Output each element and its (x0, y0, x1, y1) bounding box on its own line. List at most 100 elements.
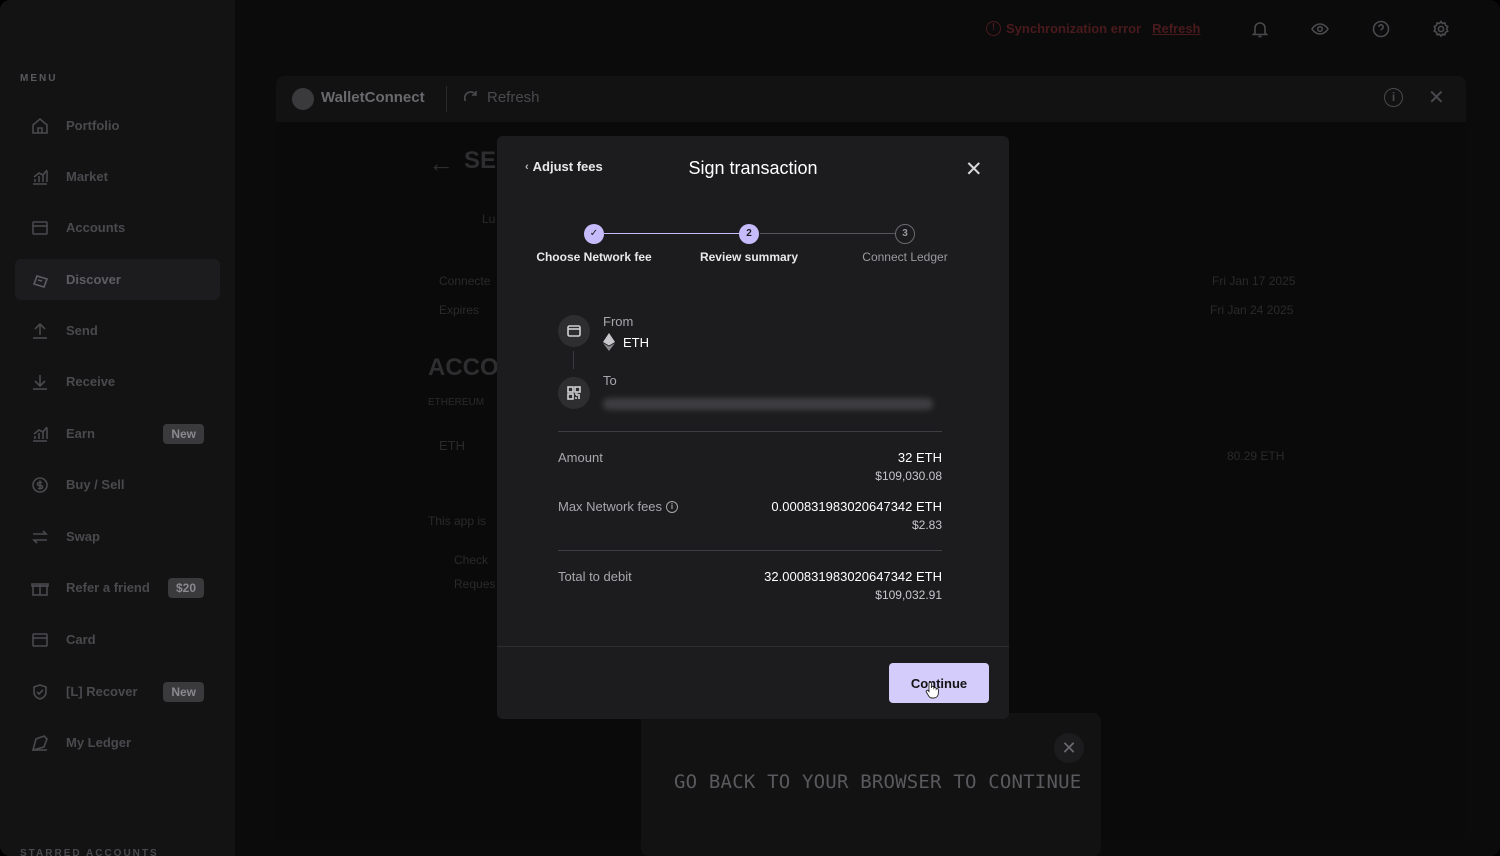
sidebar-item-label: Send (66, 323, 98, 338)
swap-icon (31, 528, 49, 546)
continue-button[interactable]: Continue (889, 663, 989, 703)
connected-date: Fri Jan 17 2025 (1212, 274, 1296, 288)
live-app-refresh-button[interactable]: Refresh (462, 89, 540, 106)
fees-label: Max Network fees (558, 499, 663, 514)
total-fiat: $109,032.91 (875, 588, 942, 602)
sidebar-item-receive[interactable]: Receive (15, 361, 220, 402)
divider (558, 550, 942, 551)
account-balance: 80.29 ETH (1227, 449, 1285, 463)
ethereum-icon (603, 333, 615, 351)
amount-label: Amount (558, 450, 603, 465)
stepper-line-todo (760, 233, 896, 234)
permission-request: Reques (454, 577, 496, 591)
step-label-choose-network-fee: Choose Network fee (536, 250, 652, 264)
gift-icon (31, 579, 49, 597)
sidebar-item-label: [L] Recover (66, 684, 138, 699)
ledger-icon (31, 734, 49, 752)
toast-message: GO BACK TO YOUR BROWSER TO CONTINUE (674, 771, 1082, 793)
back-arrow-icon[interactable]: ← (428, 148, 454, 179)
live-app-header: WalletConnect Refresh i ✕ (276, 76, 1466, 122)
sidebar-item-label: Portfolio (66, 118, 120, 133)
sidebar-item-recover[interactable]: [L] Recover New (15, 671, 220, 712)
toast-close-button[interactable]: ✕ (1054, 733, 1084, 763)
sidebar-item-portfolio[interactable]: Portfolio (15, 105, 220, 146)
menu-heading: MENU (20, 73, 58, 84)
from-value: ETH (623, 334, 649, 350)
info-icon[interactable]: i (1384, 88, 1403, 107)
wallet-icon (31, 219, 49, 237)
stepper-line-done (604, 233, 740, 234)
amount-value: 32 ETH (897, 450, 942, 465)
sidebar-item-label: Market (66, 169, 108, 184)
step-label-connect-ledger: Connect Ledger (862, 250, 948, 264)
network-label: ETHEREUM (428, 397, 485, 408)
total-value: 32.000831983020647342 ETH (764, 569, 942, 584)
dapp-name: Lu (482, 212, 496, 226)
account-name: ETH (439, 438, 465, 453)
header-divider (446, 86, 447, 112)
sidebar-item-card[interactable]: Card (15, 619, 220, 660)
sidebar-item-label: My Ledger (66, 735, 132, 750)
sidebar-item-label: Receive (66, 374, 116, 389)
sidebar-item-earn[interactable]: Earn New (15, 413, 220, 454)
earn-icon (31, 425, 49, 443)
sidebar-item-label: Refer a friend (66, 580, 150, 595)
sign-transaction-modal: ‹ Adjust fees Sign transaction ✕ ✓ 2 3 C… (497, 136, 1009, 719)
sidebar-item-market[interactable]: Market (15, 156, 220, 197)
live-app-title: WalletConnect (321, 89, 425, 106)
info-icon[interactable]: i (666, 500, 679, 513)
sidebar-item-refer-a-friend[interactable]: Refer a friend $20 (15, 567, 220, 608)
sidebar-item-discover[interactable]: Discover (15, 259, 220, 300)
sidebar: MENU Portfolio Market Accounts Discover … (0, 0, 235, 856)
sync-error-text: Synchronization error (1006, 21, 1142, 36)
modal-footer-divider (497, 646, 1009, 647)
qr-code-icon (558, 377, 590, 409)
refresh-icon (463, 91, 477, 102)
step-3-marker: 3 (895, 224, 915, 244)
eye-icon[interactable] (1310, 19, 1330, 39)
modal-close-icon[interactable]: ✕ (965, 158, 983, 182)
gear-icon[interactable] (1431, 19, 1451, 39)
bell-icon[interactable] (1250, 19, 1270, 39)
fees-value: 0.000831983020647342 ETH (771, 499, 942, 514)
send-heading: SE (464, 147, 497, 174)
sidebar-item-label: Buy / Sell (66, 477, 125, 492)
close-icon[interactable]: ✕ (1428, 85, 1445, 110)
new-badge: New (163, 681, 204, 702)
sidebar-item-label: Accounts (66, 220, 126, 235)
app-disclaimer: This app is (428, 514, 487, 528)
sidebar-item-accounts[interactable]: Accounts (15, 207, 220, 248)
step-check-icon: ✓ (584, 224, 604, 244)
sidebar-item-buy-sell[interactable]: Buy / Sell (15, 464, 220, 505)
sidebar-item-label: Discover (66, 272, 121, 287)
starred-accounts-heading: STARRED ACCOUNTS (20, 848, 159, 856)
send-icon (31, 322, 49, 340)
hand-cursor-icon (925, 681, 939, 699)
step-2-marker: 2 (739, 224, 759, 244)
help-icon[interactable] (1371, 19, 1391, 39)
expires-label: Expires (439, 303, 480, 317)
home-icon (31, 117, 49, 135)
from-label: From (603, 314, 634, 329)
total-label: Total to debit (558, 569, 632, 584)
modal-title: Sign transaction (688, 158, 818, 178)
to-address-blurred (603, 398, 933, 410)
dollar-icon (31, 476, 49, 494)
sync-refresh-link[interactable]: Refresh (1152, 21, 1200, 36)
sidebar-item-send[interactable]: Send (15, 310, 220, 351)
shield-icon (31, 683, 49, 701)
sidebar-item-label: Earn (66, 426, 95, 441)
sidebar-item-my-ledger[interactable]: My Ledger (15, 722, 220, 763)
step-label-review-summary: Review summary (699, 250, 799, 264)
reward-badge: $20 (167, 577, 204, 598)
card-icon (31, 631, 49, 649)
from-account: ETH (603, 333, 649, 351)
market-icon (31, 168, 49, 186)
sync-error-status: ! Synchronization error Refresh (986, 21, 1201, 36)
connected-label: Connecte (439, 274, 491, 288)
sidebar-item-label: Swap (66, 529, 100, 544)
from-to-connector (573, 351, 574, 369)
app-window: MENU Portfolio Market Accounts Discover … (0, 0, 1500, 856)
walletconnect-logo-icon (292, 88, 314, 110)
sidebar-item-swap[interactable]: Swap (15, 516, 220, 557)
